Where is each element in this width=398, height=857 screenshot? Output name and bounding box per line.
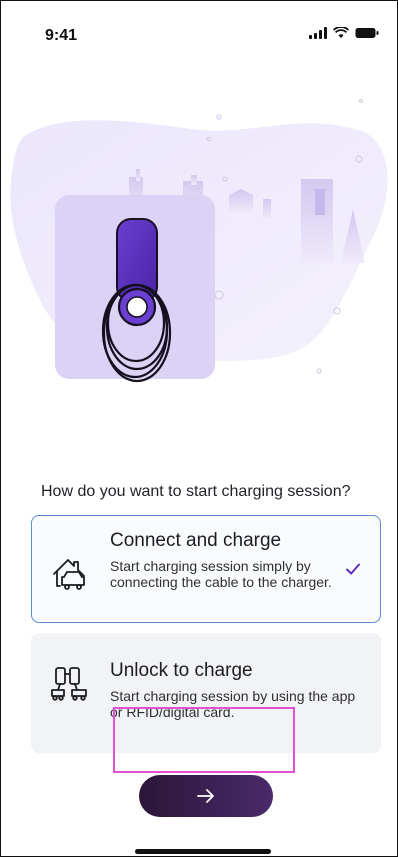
- option-title: Connect and charge: [110, 530, 282, 551]
- question-heading: How do you want to start charging sessio…: [41, 483, 351, 500]
- status-time: 9:41: [45, 27, 78, 44]
- highlight-box: [113, 707, 295, 773]
- app-screen: 9:41 How do you want to start charging s…: [0, 0, 398, 857]
- option-title: Unlock to charge: [110, 660, 253, 681]
- battery-icon: [355, 28, 379, 38]
- home-indicator: [135, 849, 271, 854]
- signal-icon: [309, 27, 327, 39]
- arrow-right-icon: [197, 789, 214, 803]
- status-icons: [309, 27, 379, 39]
- charger-illustration: [10, 98, 388, 383]
- car-home-icon: [53, 559, 85, 590]
- check-icon: [346, 563, 360, 575]
- option-description: Start charging session simply by connect…: [110, 558, 332, 590]
- next-button[interactable]: [139, 775, 273, 817]
- option-connect-and-charge[interactable]: Connect and charge Start charging sessio…: [31, 515, 381, 623]
- chargers-icon: [51, 667, 87, 701]
- status-bar: 9:41: [1, 1, 397, 61]
- wifi-icon: [333, 27, 349, 38]
- option-text: Connect and charge Start charging sessio…: [110, 530, 340, 590]
